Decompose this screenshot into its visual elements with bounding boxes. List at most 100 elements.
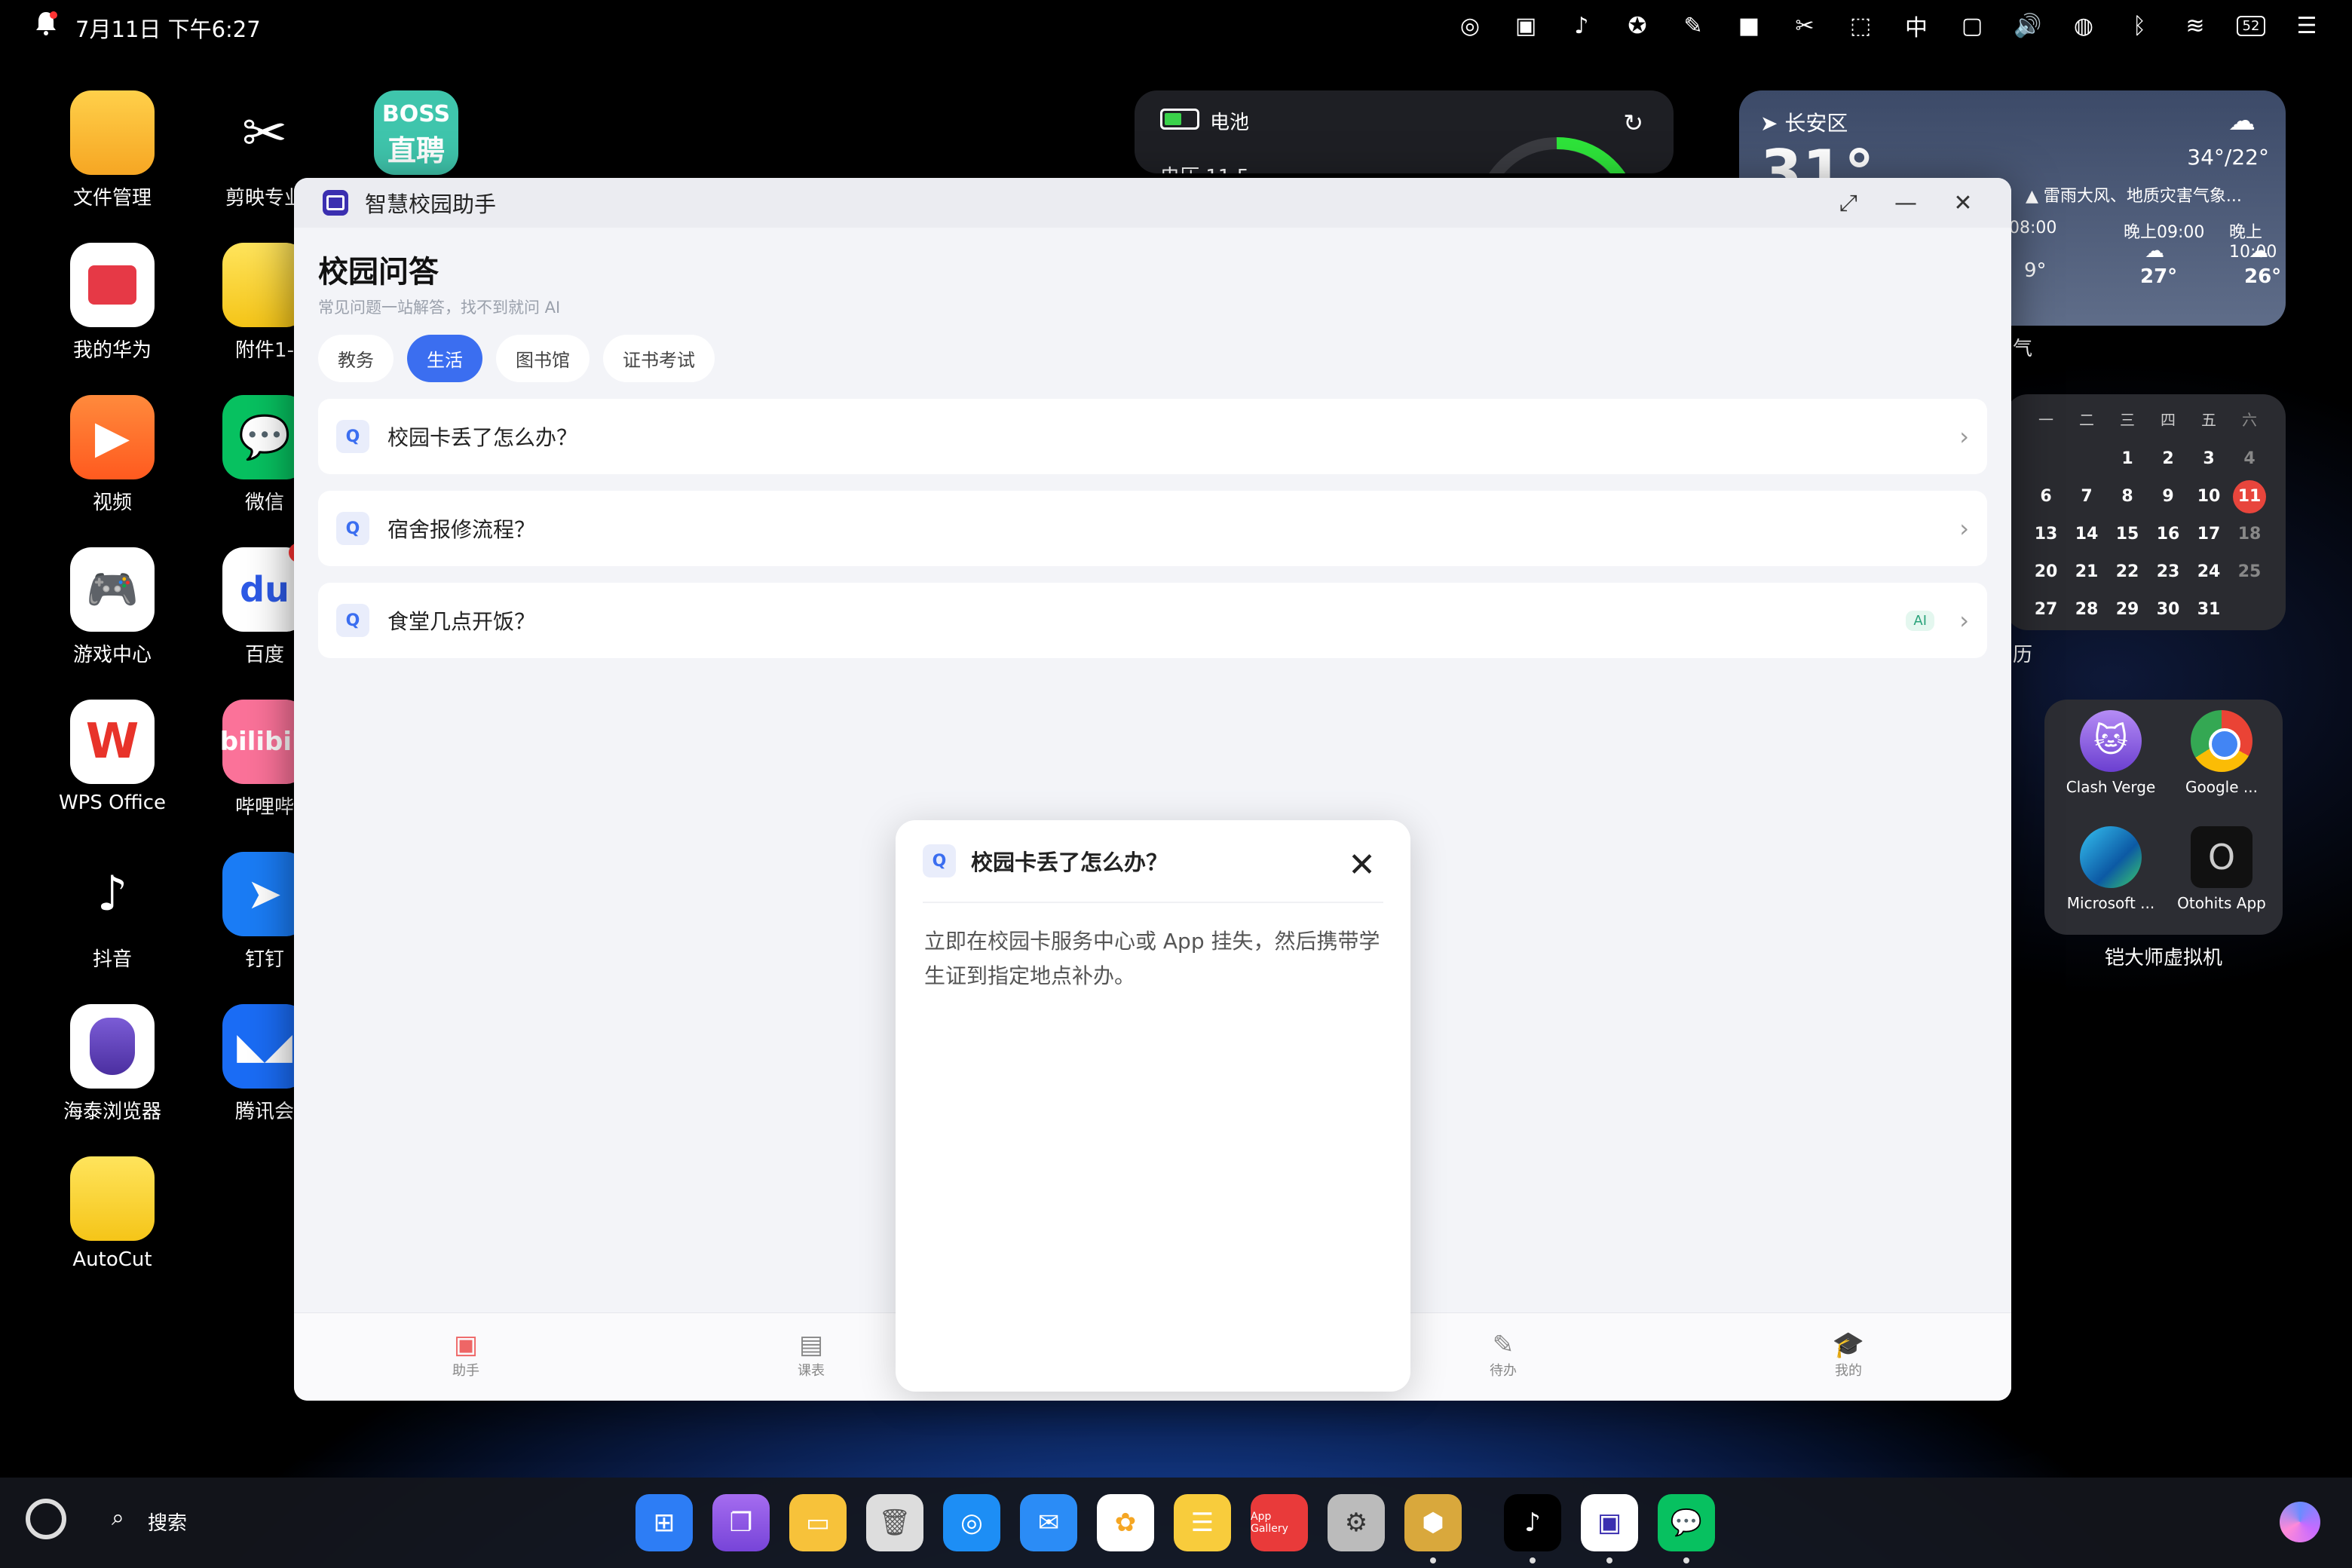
calendar-day[interactable]: 8 [2111,480,2144,513]
chrome-icon [2191,710,2252,772]
calendar-day[interactable]: 15 [2111,518,2144,551]
app-my-huawei[interactable]: 我的华为 [48,243,176,363]
multitask-icon[interactable]: ❐ [712,1494,770,1551]
question-item[interactable]: Q 校园卡丢了怎么办？ › [318,399,1987,474]
calendar-day[interactable]: 7 [2070,480,2103,513]
app-gallery-icon[interactable]: App Gallery [1251,1494,1308,1551]
calendar-day[interactable]: 14 [2070,518,2103,551]
app-google-chrome[interactable]: Google ... [2173,710,2271,796]
notification-bell-icon[interactable] [35,11,57,36]
status-bar: 7月11日 下午6:27 ◎ ▣ ♪ ✪ ✎ ■ ✂ ⬚ 中 ▢ 🔊 ◍ ᛒ ≋… [0,0,2352,54]
calendar-day[interactable]: 13 [2029,518,2063,551]
calendar-day[interactable]: 4 [2233,443,2266,476]
question-item[interactable]: Q 食堂几点开饭？ AI › [318,583,1987,658]
tab-certificates[interactable]: 证书考试 [603,335,715,382]
calendar-day[interactable]: 18 [2233,518,2266,551]
browser-icon[interactable]: ◎ [943,1494,1000,1551]
calendar-day[interactable]: 1 [2111,443,2144,476]
trash-icon[interactable]: 🗑 [866,1494,923,1551]
refresh-icon[interactable]: ↻ [1623,109,1643,137]
tiktok-icon[interactable]: ♪ [1504,1494,1561,1551]
app-boss-zhipin[interactable]: BOSS 直聘 [374,90,458,175]
chevron-right-icon: › [1959,606,1969,635]
app-status-icon: ▢ [1961,12,1983,39]
calendar-today[interactable]: 11 [2233,480,2266,513]
calendar-day[interactable]: 3 [2192,443,2225,476]
wechat-icon[interactable]: 💬 [1658,1494,1715,1551]
tab-life[interactable]: 生活 [407,335,482,382]
volume-icon[interactable]: 🔊 [2013,11,2043,41]
bluetooth-icon[interactable]: ᛒ [2124,11,2154,41]
settings-icon[interactable]: ⚙ [1328,1494,1385,1551]
calendar-day[interactable]: 25 [2233,556,2266,589]
mail-icon[interactable]: ✉ [1020,1494,1077,1551]
app-clash-verge[interactable]: 🐱 Clash Verge [2066,710,2156,796]
app-wps-office[interactable]: W WPS Office [48,700,176,814]
calendar-day[interactable]: 22 [2111,556,2144,589]
calendar-day[interactable]: 16 [2151,518,2185,551]
shield-app-icon[interactable]: ⬢ [1404,1494,1462,1551]
fullscreen-icon[interactable]: ⤢ [1833,188,1864,218]
ai-assistant-icon[interactable] [2280,1502,2320,1542]
tab-library[interactable]: 图书馆 [496,335,590,382]
assistant-orb-icon[interactable] [26,1499,66,1539]
calendar-widget[interactable]: 一二三四五六 1 2 3 4 6 7 8 9 10 11 13 14 15 16 17 18 20 21 22 23 24… [2005,394,2286,630]
calendar-day[interactable]: 21 [2070,556,2103,589]
running-indicator [1606,1557,1612,1563]
question-item[interactable]: Q 宿舍报修流程？ › [318,491,1987,566]
calendar-day[interactable]: 30 [2151,593,2185,626]
app-video[interactable]: ▶ 视频 [48,395,176,515]
search-icon[interactable]: ⌕ [112,1505,124,1531]
nav-me[interactable]: 🎓 我的 [1811,1330,1886,1380]
folder-name: 铠大师虚拟机 [2104,947,2222,969]
note-status-icon: ✎ [1683,12,1703,39]
battery-widget[interactable]: 电池 电压 11.5 ↻ [1135,90,1674,173]
calendar-day[interactable]: 23 [2151,556,2185,589]
screenshot-status-icon: ✂ [1795,12,1815,39]
dock-search[interactable]: 搜索 [148,1508,187,1536]
gamepad-icon: 🎮 [70,547,155,632]
folder-widget[interactable]: 🐱 Clash Verge Google ... Microsoft ... O… [2044,700,2283,935]
photos-icon[interactable]: ✿ [1097,1494,1154,1551]
nav-assistant[interactable]: ▣ 助手 [428,1330,504,1380]
category-tabs: 教务 生活 图书馆 证书考试 [318,335,1987,382]
nav-schedule[interactable]: ▤ 课表 [773,1330,849,1380]
app-douyin[interactable]: ♪ 抖音 [48,852,176,972]
app-microsoft-edge[interactable]: Microsoft ... [2060,826,2162,912]
app-autocut[interactable]: AutoCut [48,1156,176,1271]
dialog-body: 立即在校园卡服务中心或 App 挂失，然后携带学生证到指定地点补办。 [924,929,1380,988]
calendar-day[interactable]: 20 [2029,556,2063,589]
calendar-day[interactable]: 27 [2029,593,2063,626]
app-file-manager[interactable]: 文件管理 [48,90,176,210]
app-grid-icon[interactable]: ⊞ [635,1494,693,1551]
status-icons: ◎ ▣ ♪ ✪ ✎ ■ ✂ ⬚ 中 ▢ 🔊 ◍ ᛒ ≋ 52 ☰ [1455,11,2322,42]
wifi-icon[interactable]: ≋ [2180,11,2210,41]
close-icon[interactable]: ✕ [1348,849,1376,882]
campus-assistant-icon[interactable]: ▣ [1581,1494,1638,1551]
files-icon[interactable]: ▭ [789,1494,847,1551]
calendar-day[interactable]: 9 [2151,480,2185,513]
minimize-button[interactable]: — [1891,188,1921,218]
calendar-weekday: 四 [2161,411,2176,429]
calendar-day[interactable]: 24 [2192,556,2225,589]
control-center-icon[interactable]: ☰ [2292,11,2322,41]
graduation-cap-icon: 🎓 [1832,1330,1865,1360]
dialog-title: 校园卡丢了怎么办？ [971,850,1168,875]
app-game-center[interactable]: 🎮 游戏中心 [48,547,176,667]
close-window-button[interactable]: ✕ [1948,188,1978,218]
app-haitai-browser[interactable]: 海泰浏览器 [48,1004,176,1124]
notes-icon[interactable]: ☰ [1174,1494,1231,1551]
calendar-day[interactable]: 17 [2192,518,2225,551]
calendar-day[interactable]: 29 [2111,593,2144,626]
tab-academic[interactable]: 教务 [318,335,394,382]
calendar-day[interactable]: 6 [2029,480,2063,513]
app-otohits[interactable]: O Otohits App [2173,826,2271,912]
nav-todo[interactable]: ✎ 待办 [1465,1330,1541,1380]
calendar-day[interactable]: 31 [2192,593,2225,626]
calendar-day[interactable]: 2 [2151,443,2185,476]
calendar-day[interactable]: 28 [2070,593,2103,626]
cat-icon: 🐱 [2080,710,2142,772]
window-titlebar[interactable]: 智慧校园助手 ⤢ — ✕ [294,178,2011,228]
calendar-day[interactable]: 10 [2192,480,2225,513]
running-indicator [1683,1557,1689,1563]
